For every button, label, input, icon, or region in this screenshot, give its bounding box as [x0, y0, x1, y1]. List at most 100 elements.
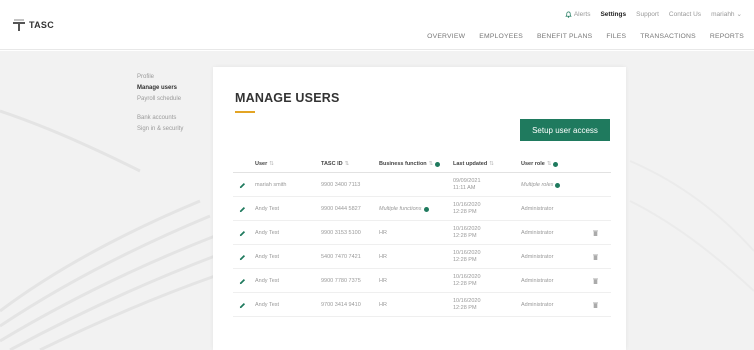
business-function-text: Multiple functions — [379, 206, 422, 212]
edit-user-button[interactable] — [239, 173, 246, 197]
chevron-down-icon: ⌄ — [736, 11, 742, 18]
info-icon[interactable] — [553, 161, 559, 167]
info-icon[interactable] — [555, 182, 561, 188]
nav-transactions[interactable]: TRANSACTIONS — [640, 33, 696, 40]
last-updated-date: 10/16/2020 — [453, 202, 481, 208]
last-updated-date: 10/16/2020 — [453, 226, 481, 232]
table-body: mariah smith 9900 3400 7113 09/09/2021 1… — [233, 173, 611, 317]
header-tasc-id-label: TASC ID — [321, 161, 343, 167]
last-updated-time: 12:28 PM — [453, 281, 477, 287]
bell-icon — [565, 11, 572, 18]
last-updated-time: 12:28 PM — [453, 257, 477, 263]
nav-reports[interactable]: REPORTS — [710, 33, 744, 40]
trash-icon — [593, 230, 598, 236]
trash-icon — [593, 278, 598, 284]
pencil-icon — [239, 254, 246, 260]
user-role: Multiple roles — [521, 173, 561, 197]
nav-employees[interactable]: EMPLOYEES — [479, 33, 523, 40]
table-row: mariah smith 9900 3400 7113 09/09/2021 1… — [233, 173, 611, 197]
pencil-icon — [239, 278, 246, 284]
table-header: User ⇅ TASC ID ⇅ Business function ⇅ Las… — [233, 157, 611, 173]
sidebar-item-profile[interactable]: Profile — [137, 72, 183, 83]
business-function-text: HR — [379, 278, 387, 284]
info-icon[interactable] — [435, 161, 441, 167]
main-nav: OVERVIEW EMPLOYEES BENEFIT PLANS FILES T… — [427, 33, 744, 40]
delete-user-button[interactable] — [593, 245, 598, 269]
table-row: Andy Test 9900 0444 5827 Multiple functi… — [233, 197, 611, 221]
sort-icon: ⇅ — [546, 161, 552, 167]
sort-icon: ⇅ — [428, 161, 434, 167]
settings-link[interactable]: Settings — [600, 11, 626, 18]
edit-user-button[interactable] — [239, 245, 246, 269]
logo[interactable]: TASC — [12, 18, 54, 32]
tasc-id: 9900 0444 5827 — [321, 206, 361, 212]
tasc-id: 5400 7470 7421 — [321, 254, 361, 260]
header-business-function[interactable]: Business function ⇅ — [379, 161, 441, 167]
delete-user-button[interactable] — [593, 221, 598, 245]
tasc-logo-icon — [13, 19, 25, 31]
nav-benefit-plans[interactable]: BENEFIT PLANS — [537, 33, 592, 40]
info-icon[interactable] — [423, 206, 429, 212]
alerts-link[interactable]: Alerts — [565, 11, 590, 18]
trash-icon — [593, 254, 598, 260]
header-user[interactable]: User ⇅ — [255, 161, 274, 167]
tasc-id: 9900 7780 7375 — [321, 278, 361, 284]
nav-overview[interactable]: OVERVIEW — [427, 33, 465, 40]
edit-user-button[interactable] — [239, 221, 246, 245]
header-user-role[interactable]: User role ⇅ — [521, 161, 559, 167]
edit-user-button[interactable] — [239, 197, 246, 221]
user-name: Andy Test — [255, 230, 280, 236]
edit-user-button[interactable] — [239, 269, 246, 293]
header-tasc-id[interactable]: TASC ID ⇅ — [321, 161, 349, 167]
last-updated: 10/16/2020 12:28 PM — [453, 245, 481, 269]
business-function-text: HR — [379, 302, 387, 308]
last-updated: 09/09/2021 11:11 AM — [453, 173, 481, 197]
business-function: HR — [379, 269, 387, 293]
user-role: Administrator — [521, 245, 553, 269]
last-updated: 10/16/2020 12:28 PM — [453, 221, 481, 245]
header-business-function-label: Business function — [379, 161, 427, 167]
user-menu-label: mariahh — [711, 10, 735, 18]
delete-user-button[interactable] — [593, 293, 598, 317]
last-updated-date: 10/16/2020 — [453, 298, 481, 304]
pencil-icon — [239, 230, 246, 236]
last-updated-time: 12:28 PM — [453, 233, 477, 239]
last-updated-time: 12:28 PM — [453, 209, 477, 215]
business-function-text: HR — [379, 254, 387, 260]
last-updated-date: 09/09/2021 — [453, 178, 481, 184]
pencil-icon — [239, 206, 246, 212]
sidebar-item-payroll-schedule[interactable]: Payroll schedule — [137, 94, 183, 105]
table-row: Andy Test 5400 7470 7421 HR 10/16/2020 1… — [233, 245, 611, 269]
user-menu[interactable]: mariahh ⌄ — [711, 10, 742, 19]
user-role: Administrator — [521, 269, 553, 293]
manage-users-card: MANAGE USERS Setup user access User ⇅ TA… — [213, 67, 626, 350]
sidebar-item-sign-in-security[interactable]: Sign in & security — [137, 124, 183, 135]
last-updated-time: 12:28 PM — [453, 305, 477, 311]
pencil-icon — [239, 182, 246, 188]
sidebar-item-bank-accounts[interactable]: Bank accounts — [137, 113, 183, 124]
nav-files[interactable]: FILES — [606, 33, 626, 40]
setup-user-access-button[interactable]: Setup user access — [520, 119, 610, 141]
support-link[interactable]: Support — [636, 11, 659, 18]
header-last-updated[interactable]: Last updated ⇅ — [453, 161, 494, 167]
title-underline — [235, 111, 255, 113]
contact-link[interactable]: Contact Us — [669, 11, 701, 18]
table-row: Andy Test 9900 3153 5100 HR 10/16/2020 1… — [233, 221, 611, 245]
business-function: HR — [379, 221, 387, 245]
delete-user-button[interactable] — [593, 269, 598, 293]
last-updated: 10/16/2020 12:28 PM — [453, 293, 481, 317]
business-function: HR — [379, 293, 387, 317]
user-role-text: Administrator — [521, 254, 554, 260]
last-updated-date: 10/16/2020 — [453, 250, 481, 256]
user-name: Andy Test — [255, 302, 280, 308]
user-role: Administrator — [521, 293, 553, 317]
tasc-id: 9700 3414 9410 — [321, 302, 361, 308]
table-row: Andy Test 9900 7780 7375 HR 10/16/2020 1… — [233, 269, 611, 293]
sidebar-item-manage-users[interactable]: Manage users — [137, 83, 183, 94]
edit-user-button[interactable] — [239, 293, 246, 317]
user-name: mariah smith — [255, 182, 287, 188]
tasc-id: 9900 3400 7113 — [321, 182, 361, 188]
business-function: HR — [379, 245, 387, 269]
user-role-text: Multiple roles — [521, 182, 554, 188]
